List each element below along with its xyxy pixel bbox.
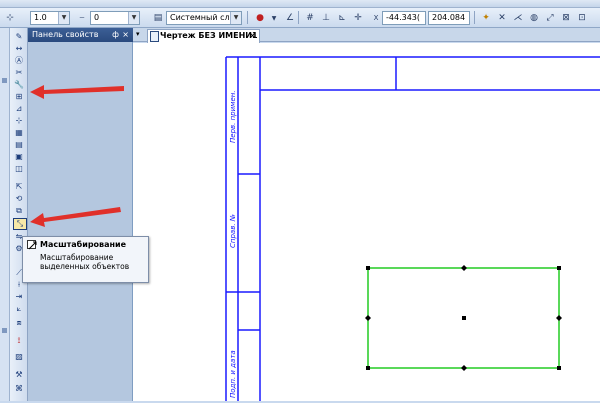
scale-icon <box>27 240 37 250</box>
arrow-icon <box>30 207 121 227</box>
arrow-icon <box>30 85 124 99</box>
tooltip: Масштабирование Масштабирование выделенн… <box>22 236 149 283</box>
annotation-arrows <box>30 85 124 227</box>
tooltip-description: Масштабирование выделенных объектов <box>40 253 130 271</box>
tooltip-title: Масштабирование <box>40 240 127 249</box>
